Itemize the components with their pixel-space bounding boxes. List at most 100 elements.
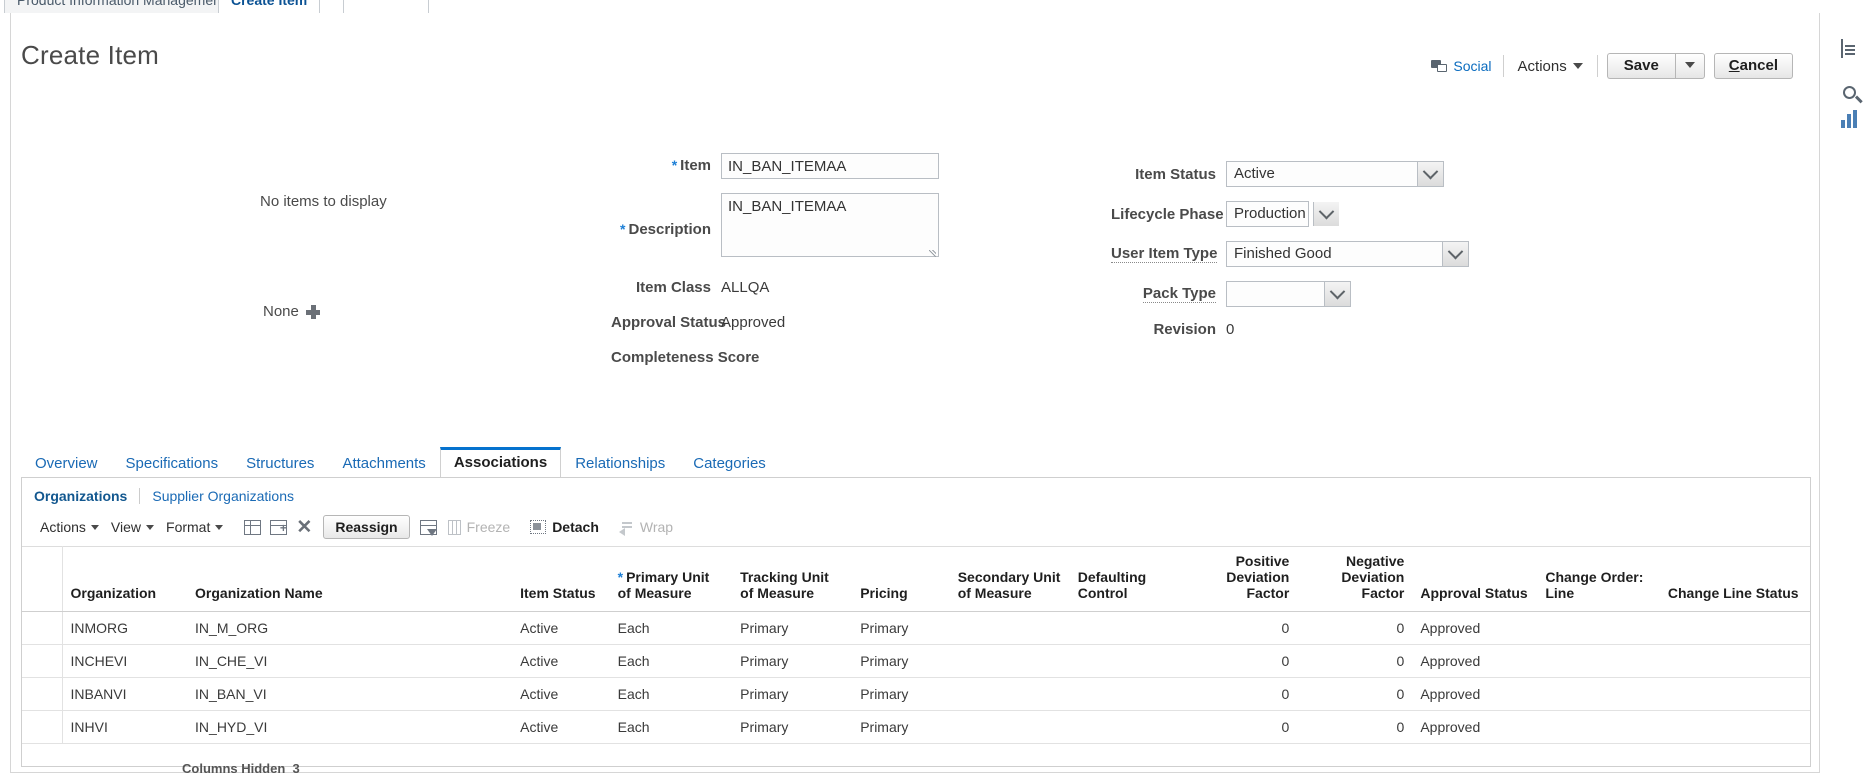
save-split-button: Save <box>1607 53 1705 79</box>
cell-secondary-uom <box>950 711 1070 744</box>
column-header-change-line-status[interactable]: Change Line Status <box>1660 547 1810 612</box>
cancel-button[interactable]: Cancel <box>1714 53 1793 79</box>
column-header-secondary-unit-of-measure[interactable]: Secondary Unit of Measure <box>950 547 1070 612</box>
header-action-bar: Social Actions Save Cancel <box>1431 53 1793 79</box>
wrap-button[interactable]: Wrap <box>613 519 679 535</box>
column-header-item-status[interactable]: Item Status <box>512 547 610 612</box>
save-dropdown-button[interactable] <box>1675 53 1705 79</box>
divider <box>1597 55 1598 77</box>
user-item-type-select[interactable]: Finished Good <box>1226 241 1469 267</box>
cell-approval-status: Approved <box>1412 711 1537 744</box>
cell-organization: INBANVI <box>62 678 187 711</box>
cell-defaulting-control <box>1070 711 1183 744</box>
cell-change-order-line <box>1537 711 1660 744</box>
columns-icon[interactable] <box>239 516 265 538</box>
search-icon[interactable] <box>1841 84 1865 108</box>
sub-tab-supplier-organizations[interactable]: Supplier Organizations <box>152 488 306 504</box>
sub-tab-organizations[interactable]: Organizations <box>34 488 139 504</box>
cell-change-order-line <box>1537 612 1660 645</box>
cell-organization-name: IN_BAN_VI <box>187 678 512 711</box>
row-select-cell[interactable] <box>22 678 62 711</box>
cell-item-status: Active <box>512 678 610 711</box>
cancel-accelerator: C <box>1729 57 1740 74</box>
add-row-icon[interactable] <box>265 516 291 538</box>
field-row-revision: Revision 0 <box>1111 321 1871 338</box>
table-row[interactable]: INHVI IN_HYD_VI Active Each Primary Prim… <box>22 711 1810 744</box>
description-textarea[interactable] <box>721 193 939 257</box>
cell-secondary-uom <box>950 678 1070 711</box>
tab-attachments[interactable]: Attachments <box>328 450 439 479</box>
detach-button[interactable]: Detach <box>524 519 605 535</box>
none-label: None <box>263 303 299 320</box>
social-chat-icon <box>1431 60 1448 73</box>
freeze-label: Freeze <box>467 519 511 535</box>
document-icon[interactable] <box>1841 40 1865 64</box>
table-toolbar: Actions View Format ✕ Reassign Freeze De… <box>34 514 679 540</box>
table-format-menu[interactable]: Format <box>160 519 229 535</box>
description-label-text: Description <box>628 221 711 238</box>
row-select-cell[interactable] <box>22 711 62 744</box>
browser-tab-create-item[interactable]: Create Item <box>218 0 320 13</box>
social-button[interactable]: Social <box>1431 58 1502 74</box>
field-row-item-status: Item Status Active <box>1111 161 1871 187</box>
reassign-button[interactable]: Reassign <box>323 515 409 539</box>
user-item-type-label: User Item Type <box>1111 245 1217 263</box>
save-button[interactable]: Save <box>1607 53 1675 79</box>
browser-tab-product-information-management[interactable]: Product Information Management <box>4 0 238 13</box>
wrap-label: Wrap <box>640 519 673 535</box>
column-header-defaulting-control[interactable]: Defaulting Control <box>1070 547 1183 612</box>
lifecycle-phase-value: Production <box>1227 202 1313 226</box>
column-header-tracking-unit-of-measure[interactable]: Tracking Unit of Measure <box>732 547 852 612</box>
tab-associations[interactable]: Associations <box>440 447 561 479</box>
browser-tab-new[interactable] <box>343 0 429 13</box>
column-header-approval-status[interactable]: Approval Status <box>1412 547 1537 612</box>
tab-overview[interactable]: Overview <box>21 450 112 479</box>
completeness-score-label: Completeness Score <box>611 345 711 366</box>
tab-specifications[interactable]: Specifications <box>112 450 233 479</box>
cell-tracking-uom: Primary <box>732 645 852 678</box>
freeze-button[interactable]: Freeze <box>442 519 517 535</box>
column-header-negative-deviation-factor[interactable]: Negative Deviation Factor <box>1297 547 1412 612</box>
tab-categories[interactable]: Categories <box>679 450 780 479</box>
no-items-message: No items to display <box>260 193 387 210</box>
column-header-change-order-line[interactable]: Change Order: Line <box>1537 547 1660 612</box>
table-row[interactable]: INMORG IN_M_ORG Active Each Primary Prim… <box>22 612 1810 645</box>
delete-x-icon[interactable]: ✕ <box>291 516 317 538</box>
filter-icon[interactable] <box>416 516 442 538</box>
required-indicator: * <box>620 221 625 237</box>
table-row[interactable]: INCHEVI IN_CHE_VI Active Each Primary Pr… <box>22 645 1810 678</box>
main-tab-bar: Overview Specifications Structures Attac… <box>21 451 1811 479</box>
cell-positive-deviation-factor: 0 <box>1182 612 1297 645</box>
plus-icon[interactable] <box>306 305 320 319</box>
pack-type-select[interactable] <box>1226 281 1351 307</box>
actions-menu-button[interactable]: Actions <box>1504 58 1597 75</box>
row-select-cell[interactable] <box>22 612 62 645</box>
table-row[interactable]: INBANVI IN_BAN_VI Active Each Primary Pr… <box>22 678 1810 711</box>
column-header-positive-deviation-factor[interactable]: Positive Deviation Factor <box>1182 547 1297 612</box>
attachments-none-row: None <box>263 303 320 320</box>
chevron-down-icon <box>1573 63 1583 69</box>
lifecycle-phase-select[interactable]: Production <box>1226 201 1309 227</box>
tab-structures[interactable]: Structures <box>232 450 328 479</box>
cell-primary-uom: Each <box>610 711 733 744</box>
tab-relationships[interactable]: Relationships <box>561 450 679 479</box>
item-input[interactable] <box>721 153 939 179</box>
column-header-organization[interactable]: Organization <box>62 547 187 612</box>
table-actions-menu[interactable]: Actions <box>34 519 105 535</box>
row-select-cell[interactable] <box>22 645 62 678</box>
table-view-menu[interactable]: View <box>105 519 160 535</box>
column-header-organization-name[interactable]: Organization Name <box>187 547 512 612</box>
cell-item-status: Active <box>512 711 610 744</box>
chevron-down-icon[interactable] <box>1417 162 1443 186</box>
column-header-primary-unit-of-measure[interactable]: *Primary Unit of Measure <box>610 547 733 612</box>
cell-negative-deviation-factor: 0 <box>1297 645 1412 678</box>
chevron-down-icon[interactable] <box>1324 282 1350 306</box>
chevron-down-icon[interactable] <box>1442 242 1468 266</box>
browser-tab-label: Create Item <box>231 0 307 8</box>
column-header-pricing[interactable]: Pricing <box>852 547 950 612</box>
cell-approval-status: Approved <box>1412 645 1537 678</box>
cell-approval-status: Approved <box>1412 678 1537 711</box>
chart-icon[interactable] <box>1841 128 1865 152</box>
chevron-down-icon[interactable] <box>1313 202 1339 226</box>
item-status-select[interactable]: Active <box>1226 161 1444 187</box>
